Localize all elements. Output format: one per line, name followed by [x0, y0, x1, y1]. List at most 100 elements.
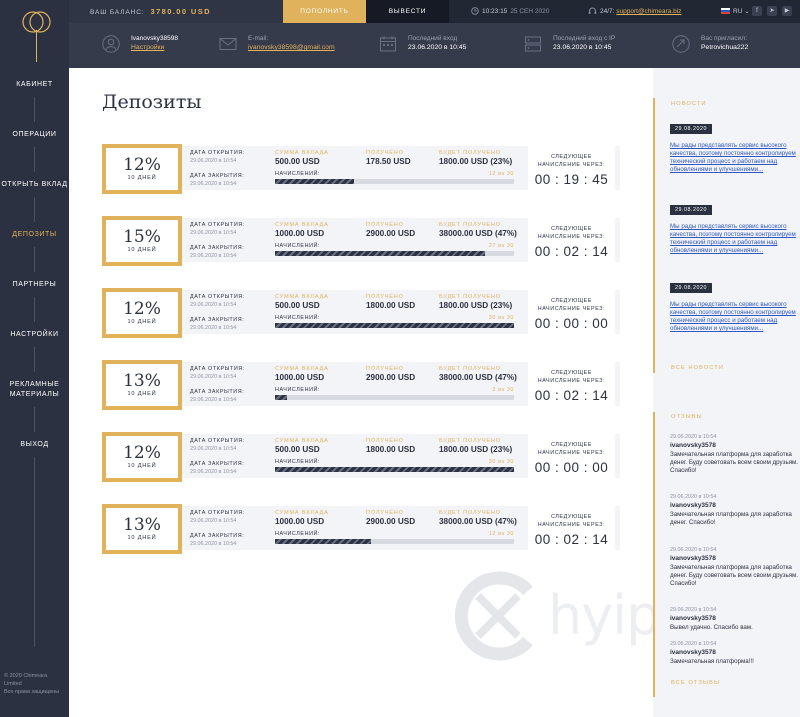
deposit-rate-box: 12% 10 ДНЕЙ: [102, 288, 182, 338]
clock-icon: [471, 7, 479, 16]
next-accrual-label: СЛЕДУЮЩЕЕ НАЧИСЛЕНИЕ ЧЕРЕЗ:: [528, 153, 615, 169]
will-receive-value: 38000.00 USD (47%): [439, 517, 517, 526]
support-email-link[interactable]: support@chimeara.biz: [616, 8, 681, 15]
review-author: ivanovsky3578: [670, 502, 716, 509]
amount-label: СУММА ВКЛАДА: [275, 150, 329, 156]
logo-icon[interactable]: [21, 8, 51, 64]
nav-promo-line2: МАТЕРИАЛЫ: [9, 391, 60, 398]
copyright-line2: Все права защищены: [4, 689, 60, 695]
user-name: Ivanovsky38598: [131, 35, 178, 42]
accruals-progress-bar: [275, 395, 514, 400]
next-accrual-label-line1: СЛЕДУЮЩЕЕ: [550, 226, 593, 232]
copyright: © 2020 Chimeara Limited Все права защище…: [4, 672, 66, 696]
nav-settings[interactable]: НАСТРОЙКИ: [0, 330, 69, 340]
review-text: Вывел удачно. Спасибо вам.: [670, 624, 753, 631]
deposit-card: 13% 10 ДНЕЙ ДАТА ОТКРЫТИЯ: 29.06.2020 в …: [102, 504, 620, 557]
deposit-button[interactable]: ПОПОЛНИТЬ: [283, 0, 366, 23]
closed-date: 29.06.2020 в 10:54: [190, 469, 237, 475]
next-accrual-label-line1: СЛЕДУЮЩЕЕ: [550, 370, 593, 376]
accruals-label: НАЧИСЛЕНИЙ:: [275, 243, 321, 249]
received-value: 2900.00 USD: [366, 373, 416, 382]
received-value: 1800.00 USD: [366, 301, 416, 310]
right-panel: НОВОСТИ 29.08.2020 Мы рады представлять …: [653, 68, 800, 717]
will-receive-label: БУДЕТ ПОЛУЧЕНО: [439, 222, 501, 228]
will-receive-value: 1800.00 USD (23%): [439, 157, 513, 166]
opened-label: ДАТА ОТКРЫТИЯ:: [190, 222, 245, 228]
next-accrual-label-line1: СЛЕДУЮЩЕЕ: [550, 442, 593, 448]
review-author: ivanovsky3578: [670, 649, 716, 656]
amount-label: СУММА ВКЛАДА: [275, 222, 329, 228]
nav-partners[interactable]: ПАРТНЕРЫ: [0, 280, 69, 290]
will-receive-value: 1800.00 USD (23%): [439, 445, 513, 454]
deposit-term: 10 ДНЕЙ: [127, 391, 157, 397]
deposit-rate-box: 15% 10 ДНЕЙ: [102, 216, 182, 266]
next-accrual-label: СЛЕДУЮЩЕЕ НАЧИСЛЕНИЕ ЧЕРЕЗ:: [528, 441, 615, 457]
last-ip-label: Последний вход с IP: [553, 35, 616, 42]
last-login-value: 23.06.2020 в 10:45: [408, 44, 467, 51]
accruals-progress-fill: [275, 179, 354, 184]
nav-operations[interactable]: ОПЕРАЦИИ: [0, 130, 69, 140]
news-item-link[interactable]: Мы рады представлять сервис высокого кач…: [670, 223, 796, 255]
deposit-rate: 13%: [123, 515, 161, 535]
chevron-down-icon: ⌄: [744, 8, 750, 15]
facebook-icon[interactable]: f: [752, 6, 762, 16]
review-text: Замечательная платформа для заработка де…: [670, 564, 799, 587]
nav-divider: [34, 247, 35, 272]
opened-label: ДАТА ОТКРЫТИЯ:: [190, 510, 245, 516]
youtube-icon[interactable]: ▶: [782, 6, 792, 16]
nav-promo-materials[interactable]: РЕКЛАМНЫЕ МАТЕРИАЛЫ: [0, 380, 69, 400]
next-accrual-timer: СЛЕДУЮЩЕЕ НАЧИСЛЕНИЕ ЧЕРЕЗ: 00 : 02 : 14: [528, 218, 615, 262]
amount-label: СУММА ВКЛАДА: [275, 438, 329, 444]
opened-date: 29.06.2020 в 10:54: [190, 518, 237, 524]
reviews-accent-line: [653, 412, 655, 697]
balance: ВАШ БАЛАНС: 3780.00 USD: [69, 0, 283, 23]
will-receive-label: БУДЕТ ПОЛУЧЕНО: [439, 366, 501, 372]
language-selector[interactable]: RU ⌄: [721, 0, 750, 23]
email-value[interactable]: ivanovsky38598@gmail.com: [248, 44, 335, 51]
deposit-rate: 13%: [123, 371, 161, 391]
nav-promo-line1: РЕКЛАМНЫЕ: [9, 381, 60, 388]
deposit-term: 10 ДНЕЙ: [127, 247, 157, 253]
nav-divider: [34, 97, 35, 122]
received-label: ПОЛУЧЕНО: [366, 150, 404, 156]
nav-open-deposit[interactable]: ОТКРЫТЬ ВКЛАД: [0, 180, 69, 190]
headset-icon: [588, 7, 597, 15]
deposit-card: 12% 10 ДНЕЙ ДАТА ОТКРЫТИЯ: 29.06.2020 в …: [102, 432, 620, 485]
amount-label: СУММА ВКЛАДА: [275, 294, 329, 300]
review-author: ivanovsky3578: [670, 442, 716, 449]
received-label: ПОЛУЧЕНО: [366, 438, 404, 444]
will-receive-label: БУДЕТ ПОЛУЧЕНО: [439, 294, 501, 300]
all-news-link[interactable]: ВСЕ НОВОСТИ: [671, 365, 724, 371]
sidebar: КАБИНЕТ ОПЕРАЦИИ ОТКРЫТЬ ВКЛАД ДЕПОЗИТЫ …: [0, 0, 69, 717]
telegram-icon[interactable]: ➤: [767, 6, 777, 16]
accruals-progress-fill: [275, 251, 486, 256]
withdraw-button[interactable]: ВЫВЕСТИ: [366, 0, 449, 23]
news-item-link[interactable]: Мы рады представлять сервис высокого кач…: [670, 142, 796, 174]
will-receive-label: БУДЕТ ПОЛУЧЕНО: [439, 438, 501, 444]
nav-deposits[interactable]: ДЕПОЗИТЫ: [0, 230, 69, 240]
referrer-label: Вас пригласил:: [701, 35, 747, 42]
next-accrual-label-line1: СЛЕДУЮЩЕЕ: [550, 514, 593, 520]
news-accent-line: [653, 98, 655, 373]
accruals-progress-bar: [275, 539, 514, 544]
opened-label: ДАТА ОТКРЫТИЯ:: [190, 438, 245, 444]
deposit-rate-box: 13% 10 ДНЕЙ: [102, 360, 182, 410]
accruals-label: НАЧИСЛЕНИЙ:: [275, 531, 321, 537]
news-item-link[interactable]: Мы рады представлять сервис высокого кач…: [670, 301, 796, 333]
deposit-term: 10 ДНЕЙ: [127, 535, 157, 541]
deposit-rate: 15%: [123, 227, 161, 247]
deposit-term: 10 ДНЕЙ: [127, 175, 157, 181]
news-date: 29.08.2020: [670, 205, 712, 215]
nav-logout[interactable]: ВЫХОД: [0, 440, 69, 450]
deposit-rate-box: 13% 10 ДНЕЙ: [102, 504, 182, 554]
all-reviews-link[interactable]: ВСЕ ОТЗЫВЫ: [671, 680, 720, 686]
accruals-count: 12 из 30: [488, 171, 514, 177]
nav-cabinet[interactable]: КАБИНЕТ: [0, 80, 69, 90]
settings-link[interactable]: Настройки: [131, 44, 164, 51]
amount-label: СУММА ВКЛАДА: [275, 366, 329, 372]
closed-label: ДАТА ЗАКРЫТИЯ:: [190, 245, 245, 251]
page-title: Депозиты: [102, 91, 202, 113]
closed-date: 29.06.2020 в 10:54: [190, 397, 237, 403]
amount-value: 1000.00 USD: [275, 517, 325, 526]
received-label: ПОЛУЧЕНО: [366, 222, 404, 228]
